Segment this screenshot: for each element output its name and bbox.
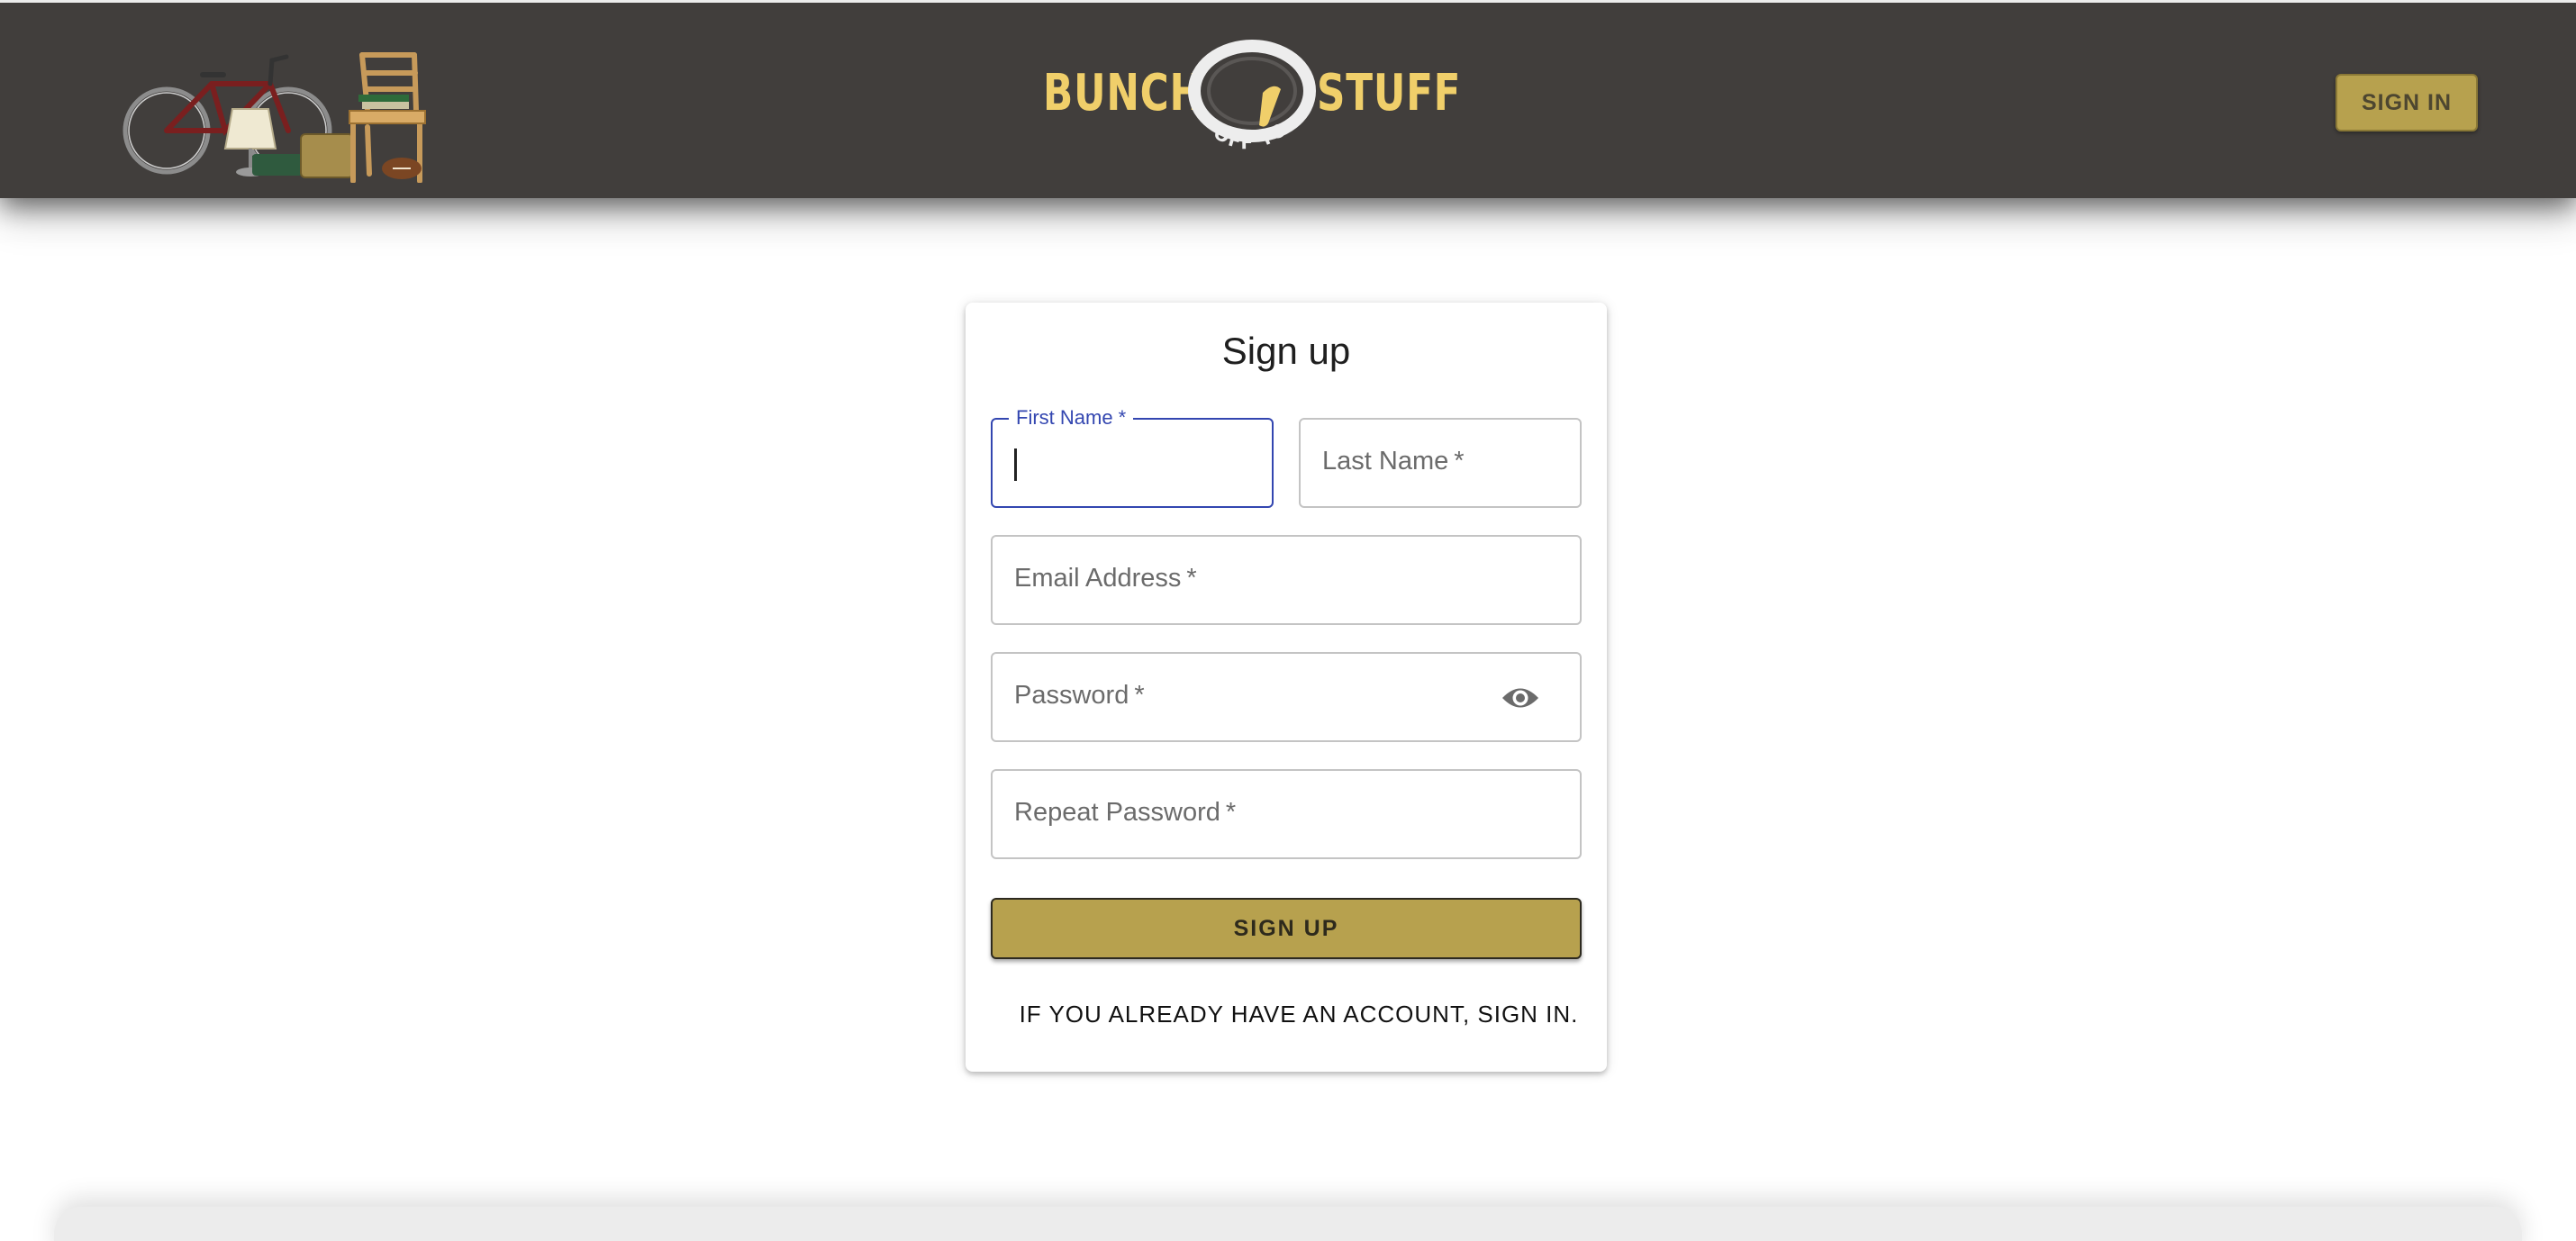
brand-logo[interactable]: BUNCH OFF YOUR STUFF (1036, 30, 1461, 174)
household-items-illustration (122, 52, 426, 183)
repeat-password-placeholder-text: Repeat Password (1014, 798, 1220, 827)
footer-edge (54, 1207, 2522, 1241)
first-name-label: First Name * (1009, 406, 1134, 430)
brand-word-right: STUFF (1317, 64, 1462, 122)
header-sign-in-button[interactable]: SIGN IN (2336, 74, 2478, 131)
repeat-password-field[interactable]: Repeat Password * (991, 769, 1582, 859)
password-placeholder: Password * (1014, 681, 1145, 711)
last-name-field[interactable]: Last Name * (1299, 418, 1582, 508)
sign-in-link[interactable]: IF YOU ALREADY HAVE AN ACCOUNT, SIGN IN. (966, 1001, 1607, 1028)
first-name-label-text: First Name (1016, 406, 1113, 429)
last-name-placeholder-text: Last Name (1322, 447, 1449, 476)
sign-up-button[interactable]: SIGN UP (991, 898, 1582, 959)
page: BUNCH OFF YOUR STUFF SIGN IN Sign up Fir… (0, 0, 2576, 1241)
sign-up-card: Sign up First Name * Last Name * Email Add… (966, 303, 1607, 1072)
email-placeholder-text: Email Address (1014, 564, 1182, 593)
email-field[interactable]: Email Address * (991, 535, 1582, 625)
first-name-field[interactable]: First Name * (991, 406, 1274, 508)
eye-icon[interactable] (1501, 683, 1540, 713)
password-field[interactable]: Password * (991, 652, 1582, 742)
required-mark: * (1134, 681, 1145, 710)
site-header: BUNCH OFF YOUR STUFF SIGN IN (0, 0, 2576, 198)
required-mark: * (1186, 564, 1197, 593)
password-placeholder-text: Password (1014, 681, 1129, 710)
email-placeholder: Email Address * (1014, 564, 1197, 593)
required-mark: * (1118, 406, 1127, 429)
required-mark: * (1454, 447, 1465, 476)
page-title: Sign up (1221, 330, 1351, 372)
text-caret (1014, 448, 1017, 481)
repeat-password-placeholder: Repeat Password * (1014, 798, 1236, 828)
last-name-placeholder: Last Name * (1322, 447, 1465, 476)
brand-o-emblem: OFF YOUR (1180, 30, 1316, 153)
required-mark: * (1225, 798, 1237, 827)
